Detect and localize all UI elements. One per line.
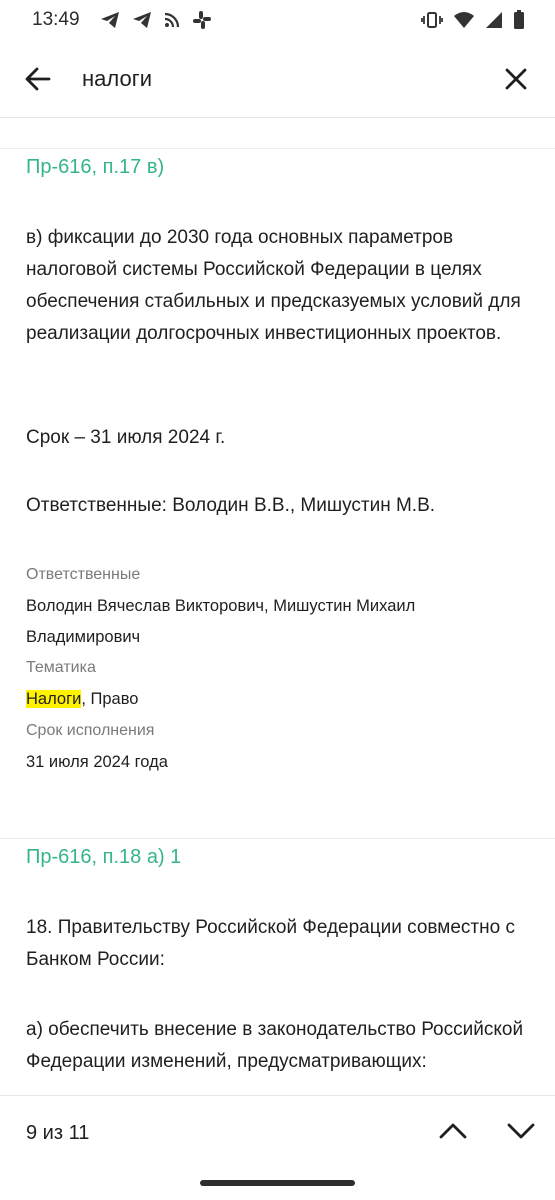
topic-value: Налоги, Право [26, 684, 526, 715]
result-navigation-bar: 9 из 11 [0, 1096, 555, 1200]
deadline-label: Срок исполнения [26, 722, 155, 739]
responsible-value: Володин Вячеслав Викторович, Мишустин Ми… [26, 597, 416, 646]
result-paragraph: 18. Правительству Российской Федерации с… [26, 917, 515, 970]
wifi-icon [453, 11, 475, 29]
topic-rest: , Право [81, 690, 139, 708]
chevron-up-icon [439, 1123, 467, 1139]
close-icon [505, 68, 527, 90]
result-paragraph: Срок – 31 июля 2024 г. [26, 427, 226, 448]
topic-label: Тематика [26, 659, 96, 676]
home-indicator[interactable] [200, 1180, 355, 1186]
previous-result-button[interactable] [438, 1120, 468, 1142]
status-time: 13:49 [32, 9, 80, 30]
arrow-left-icon [25, 67, 51, 91]
slack-icon [192, 10, 212, 30]
result-counter: 9 из 11 [26, 1122, 90, 1144]
divider [0, 838, 555, 839]
battery-icon [513, 10, 525, 30]
next-result-button[interactable] [506, 1120, 536, 1142]
deadline-value: 31 июля 2024 года [26, 753, 168, 771]
result-paragraph: Ответственные: Володин В.В., Мишустин М.… [26, 495, 436, 516]
result-paragraph: в) фиксации до 2030 года основных параме… [26, 227, 521, 344]
search-highlight: Налоги [26, 690, 82, 708]
result-reference-link[interactable]: Пр-616, п.17 в) [26, 156, 164, 179]
search-input[interactable]: налоги [82, 66, 152, 92]
divider [0, 148, 555, 149]
result-paragraph: а) обеспечить внесение в законодательств… [26, 1019, 524, 1072]
rss-icon [164, 12, 180, 28]
telegram-icon [132, 11, 152, 29]
search-results: Пр-616, п.17 в) в) фиксации до 2030 года… [0, 118, 555, 1096]
vibrate-icon [421, 11, 443, 29]
result-reference-link[interactable]: Пр-616, п.18 а) 1 [26, 846, 181, 869]
status-bar: 13:49 [0, 0, 555, 40]
back-button[interactable] [24, 65, 52, 93]
signal-icon [485, 11, 503, 29]
chevron-down-icon [507, 1123, 535, 1139]
responsible-label: Ответственные [26, 566, 141, 583]
telegram-icon [100, 11, 120, 29]
close-search-button[interactable] [504, 67, 528, 91]
search-toolbar: налоги [0, 40, 555, 118]
